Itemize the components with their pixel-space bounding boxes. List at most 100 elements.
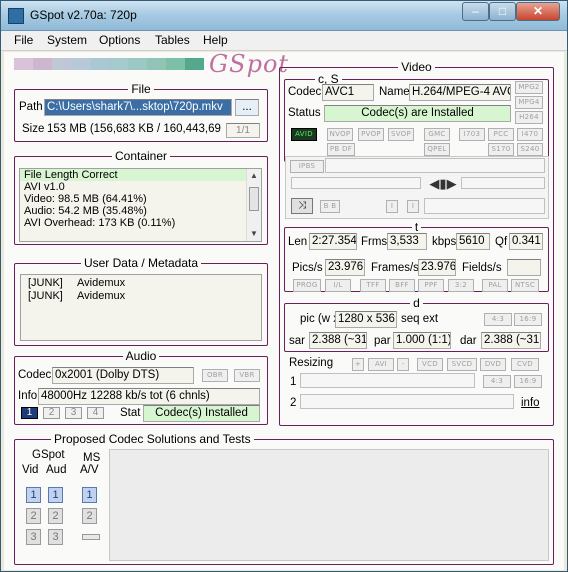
bb-button[interactable]: B B — [320, 200, 340, 213]
bff-button[interactable]: BFF — [389, 279, 415, 292]
resize-plus-button[interactable]: + — [352, 358, 364, 371]
vid-3-button[interactable]: 3 — [26, 529, 41, 545]
metadata-value: Avidemux — [77, 277, 126, 289]
scroll-up-icon[interactable]: ▲ — [247, 169, 261, 183]
pbdf-button[interactable]: PB DF — [327, 143, 355, 156]
container-legend: Container — [114, 149, 168, 163]
vcd-button[interactable]: VCD — [417, 358, 443, 371]
menu-tables[interactable]: Tables — [155, 33, 190, 47]
size-label: Size — [22, 123, 45, 135]
vid-2-button[interactable]: 2 — [26, 508, 41, 524]
seq-ext-label: seq ext — [401, 313, 439, 325]
ar-16-9-button[interactable]: 16:9 — [514, 313, 542, 326]
prog-button[interactable]: PROG — [293, 279, 321, 292]
pics-label: Pics/s — [292, 262, 323, 274]
ipbs-button[interactable]: IPBS — [290, 160, 324, 173]
video-codec-field: AVC1 — [322, 84, 374, 101]
minimize-button[interactable]: – — [462, 2, 489, 21]
metadata-list[interactable]: [JUNK] Avidemux [JUNK] Avidemux — [20, 274, 262, 341]
audio-track-1[interactable]: 1 — [21, 407, 38, 419]
menu-system[interactable]: System — [47, 33, 87, 47]
pic-field: 1280 x 536 — [335, 311, 397, 328]
audio-track-4[interactable]: 4 — [87, 407, 104, 419]
menu-options[interactable]: Options — [99, 33, 140, 47]
pcc-button[interactable]: PCC — [488, 128, 514, 141]
aud-1-button[interactable]: 1 — [48, 487, 63, 503]
audio-track-3[interactable]: 3 — [65, 407, 82, 419]
pal-button[interactable]: PAL — [482, 279, 508, 292]
ntsc-button[interactable]: NTSC — [511, 279, 539, 292]
resize-minus-button[interactable]: - — [397, 358, 409, 371]
solutions-panel — [109, 449, 549, 561]
par-label: par — [374, 335, 391, 347]
resize-2-label: 2 — [290, 397, 297, 409]
info-link[interactable]: info — [521, 397, 540, 409]
svop-button[interactable]: SVOP — [388, 128, 414, 141]
ms-label: MS — [83, 452, 101, 464]
close-button[interactable]: ✕ — [516, 2, 560, 21]
i-button-1[interactable]: I — [386, 200, 398, 213]
container-list[interactable]: File Length Correct AVI v1.0 Video: 98.5… — [19, 168, 262, 242]
path-field[interactable]: C:\Users\shark7\...sktop\720p.mkv — [44, 99, 232, 116]
mpg2-button[interactable]: MPG2 — [515, 81, 543, 94]
av-2-button[interactable]: 2 — [82, 508, 97, 524]
aud-2-button[interactable]: 2 — [48, 508, 63, 524]
fields-field — [507, 259, 541, 276]
tff-button[interactable]: TFF — [360, 279, 386, 292]
scroll-thumb[interactable] — [249, 187, 259, 211]
audio-track-2[interactable]: 2 — [43, 407, 60, 419]
pvop-button[interactable]: PVOP — [358, 128, 384, 141]
avi-button[interactable]: AVI — [368, 358, 394, 371]
r1-16-9-button[interactable]: 16:9 — [514, 375, 542, 388]
qpel-button[interactable]: QPEL — [424, 143, 450, 156]
s170-button[interactable]: S170 — [488, 143, 514, 156]
i-button-2[interactable]: I — [407, 200, 419, 213]
pic-label: pic (w x — [300, 313, 339, 325]
ar-4-3-button[interactable]: 4:3 — [484, 313, 512, 326]
swap-arrows-icon[interactable]: ◀▮▶ — [428, 177, 458, 193]
menu-file[interactable]: File — [14, 33, 33, 47]
menu-help[interactable]: Help — [203, 33, 228, 47]
r1-4-3-button[interactable]: 4:3 — [483, 375, 511, 388]
audio-codec-field: 0x2001 (Dolby DTS) — [52, 367, 194, 384]
gmc-button[interactable]: GMC — [424, 128, 450, 141]
audio-stat-field: Codec(s) Installed — [143, 405, 260, 422]
pics-field: 23.976 — [325, 259, 365, 276]
video-codec-label: Codec — [288, 86, 322, 98]
aud-3-button[interactable]: 3 — [48, 529, 63, 545]
avid-button[interactable]: AVID — [291, 128, 317, 141]
vbr-button[interactable]: VBR — [234, 369, 260, 382]
frms-label: Frms — [361, 236, 388, 248]
nvop-button[interactable]: NVOP — [327, 128, 353, 141]
h264-button[interactable]: H264 — [515, 111, 543, 124]
frame-tool-icon[interactable]: ⤨ — [291, 198, 313, 214]
vid-1-button[interactable]: 1 — [26, 487, 41, 503]
cvd-button[interactable]: CVD — [511, 358, 539, 371]
s240-button[interactable]: S240 — [517, 143, 543, 156]
av-1-button[interactable]: 1 — [82, 487, 97, 503]
il-button[interactable]: I/L — [325, 279, 351, 292]
svcd-button[interactable]: SVCD — [447, 358, 477, 371]
menu-bar: File System Options Tables Help — [1, 31, 567, 51]
container-scrollbar[interactable]: ▲ ▼ — [246, 169, 261, 241]
vid-label: Vid — [22, 464, 39, 476]
dvd-button[interactable]: DVD — [480, 358, 506, 371]
i470-button[interactable]: I470 — [517, 128, 543, 141]
gspot-logo: GSpot — [209, 50, 290, 78]
i703-button[interactable]: I703 — [459, 128, 485, 141]
frame-progress-track — [291, 177, 421, 189]
obr-button[interactable]: OBR — [202, 369, 228, 382]
maximize-button[interactable]: □ — [489, 2, 516, 21]
av-label: A/V — [80, 464, 99, 476]
metadata-key: [JUNK] — [28, 277, 63, 289]
video-name-field: H.264/MPEG-4 AVC — [409, 84, 511, 101]
ppf-button[interactable]: PPF — [418, 279, 444, 292]
audio-legend: Audio — [125, 349, 157, 363]
gspot-window: GSpot v2.70a: 720p – □ ✕ File System Opt… — [0, 0, 568, 572]
path-label: Path — [19, 101, 43, 113]
scroll-down-icon[interactable]: ▼ — [247, 227, 261, 241]
mpg4-button[interactable]: MPG4 — [515, 96, 543, 109]
browse-button[interactable]: ... — [235, 99, 259, 116]
video-status-field: Codec(s) are Installed — [324, 105, 511, 122]
pulldown-button[interactable]: 3:2 — [448, 279, 474, 292]
